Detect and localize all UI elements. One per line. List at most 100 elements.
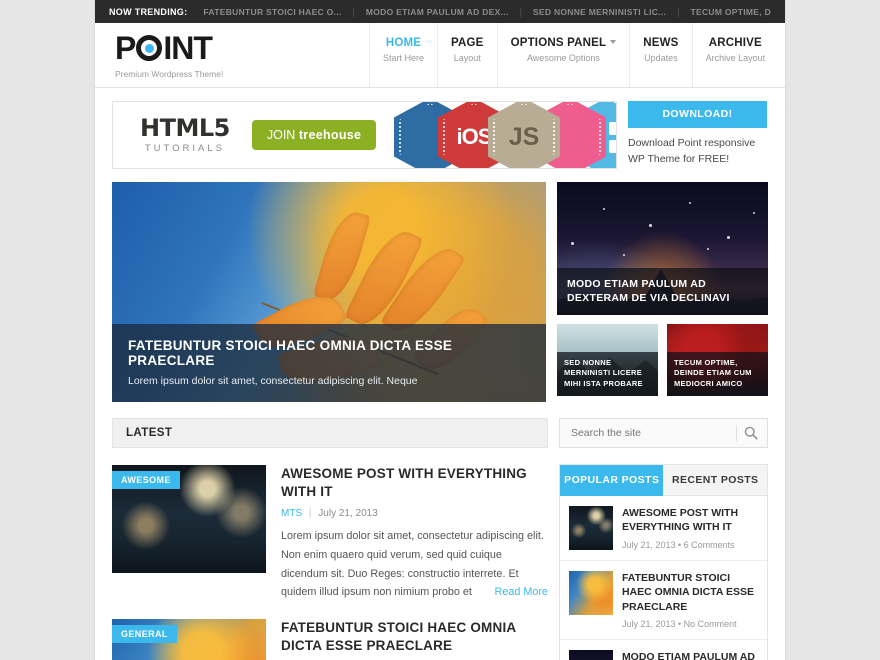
nav-sub-archive: Archive Layout (705, 53, 766, 63)
nav-title-news: NEWS (643, 37, 679, 49)
widget-list-item: MODO ETIAM PAULUM AD DEXTERAM DE VIA (560, 640, 767, 660)
read-more-link[interactable]: Read More (495, 583, 548, 602)
widget-item-title[interactable]: MODO ETIAM PAULUM AD DEXTERAM DE VIA (622, 650, 758, 660)
post-date: July 21, 2013 (318, 508, 378, 520)
nav-item-options-panel[interactable]: OPTIONS PANEL Awesome Options (498, 23, 631, 87)
hero-slider[interactable]: FATEBUNTUR STOICI HAEC OMNIA DICTA ESSE … (112, 182, 546, 402)
search-divider (736, 425, 737, 441)
post-body: FATEBUNTUR STOICI HAEC OMNIA DICTA ESSE … (281, 619, 548, 660)
advertisement-banner[interactable]: HTML5 TUTORIALS JOIN treehouse iOS JS (112, 101, 617, 169)
nav-item-news[interactable]: NEWS Updates (630, 23, 693, 87)
nav-title-page: PAGE (451, 37, 484, 49)
search-icon[interactable] (744, 426, 758, 440)
html5-tutorials-logo: HTML5 TUTORIALS (140, 116, 230, 154)
site-header: P INT Premium Wordpress Theme! HOME Star… (95, 23, 785, 88)
widget-item-meta: July 21, 2013 • 6 Comments (621, 539, 735, 550)
latest-heading: LATEST (126, 427, 173, 439)
post-thumbnail[interactable]: AWESOME (112, 465, 266, 573)
category-badge[interactable]: AWESOME (112, 471, 180, 489)
page-root: NOW TRENDING: FATEBUNTUR STOICI HAEC O..… (0, 0, 880, 660)
trending-separator: | (352, 6, 355, 17)
nav-item-archive[interactable]: ARCHIVE Archive Layout (693, 23, 779, 87)
widget-thumbnail-image (568, 506, 613, 550)
featured-post-small-right[interactable]: TECUM OPTIME, DEINDE ETIAM CUM MEDIOCRI … (667, 324, 768, 396)
nav-title-options-panel: OPTIONS PANEL (511, 37, 617, 49)
featured-large-title: MODO ETIAM PAULUM AD DEXTERAM DE VIA DEC… (557, 267, 768, 315)
widget-list-item: FATEBUNTUR STOICI HAEC OMNIA DICTA ESSE … (559, 561, 767, 641)
nav-sub-options-panel: Awesome Options (526, 53, 600, 63)
widget-thumbnail[interactable] (568, 506, 613, 550)
logo-text-p: P (115, 30, 136, 66)
join-treehouse-button[interactable]: JOIN treehouse (251, 120, 377, 150)
featured-small-left-title: SED NONNE MERNINISTI LICERE MIHI ISTA PR… (557, 351, 658, 396)
widget-thumbnail-image (568, 571, 613, 615)
tab-recent-posts[interactable]: RECENT POSTS (663, 465, 767, 496)
content-row: LATEST AWESOME AWESOME POST WITH EVERYTH… (95, 402, 785, 660)
download-promo: DOWNLOAD! Download Point responsive WP T… (628, 101, 767, 169)
latest-section-header: LATEST (112, 418, 548, 448)
star-icon (707, 248, 709, 250)
widget-list-item: AWESOME POST WITH EVERYTHING WITH IT Jul… (559, 496, 767, 561)
star-icon (571, 242, 574, 245)
tab-popular-posts[interactable]: POPULAR POSTS (559, 465, 664, 496)
nav-item-home[interactable]: HOME Start Here (370, 23, 439, 87)
widget-thumbnail-image (568, 650, 613, 660)
widget-item-body: MODO ETIAM PAULUM AD DEXTERAM DE VIA (622, 650, 758, 660)
post-list-item: AWESOME AWESOME POST WITH EVERYTHING WIT… (112, 448, 548, 602)
widget-thumbnail[interactable] (568, 571, 613, 615)
nav-title-options-panel-text: OPTIONS PANEL (510, 37, 607, 49)
post-thumbnail[interactable]: GENERAL (112, 618, 266, 660)
post-author[interactable]: MTS (281, 508, 302, 519)
star-icon (753, 212, 755, 214)
featured-post-large[interactable]: MODO ETIAM PAULUM AD DEXTERAM DE VIA DEC… (557, 182, 768, 315)
star-icon (689, 202, 691, 204)
featured-post-small-left[interactable]: SED NONNE MERNINISTI LICERE MIHI ISTA PR… (557, 324, 658, 396)
download-button[interactable]: DOWNLOAD! (628, 101, 767, 128)
star-icon (603, 208, 605, 210)
widget-item-body: FATEBUNTUR STOICI HAEC OMNIA DICTA ESSE … (622, 571, 758, 629)
badge-dot-ring (493, 103, 555, 168)
nav-title-archive: ARCHIVE (708, 37, 762, 49)
search-box[interactable] (558, 418, 768, 448)
trending-item-1[interactable]: FATEBUNTUR STOICI HAEC O... (203, 7, 341, 17)
hero-caption: FATEBUNTUR STOICI HAEC OMNIA DICTA ESSE … (112, 324, 546, 402)
post-title[interactable]: AWESOME POST WITH EVERYTHING WITH IT (281, 465, 548, 501)
now-trending-bar: NOW TRENDING: FATEBUNTUR STOICI HAEC O..… (95, 0, 785, 23)
site-tagline: Premium Wordpress Theme! (115, 69, 224, 79)
logo-text-int: INT (163, 30, 213, 66)
nav-sub-home: Start Here (383, 53, 425, 63)
banner-row: HTML5 TUTORIALS JOIN treehouse iOS JS DO… (95, 88, 785, 169)
html5-title: HTML5 (140, 114, 230, 143)
post-title[interactable]: FATEBUNTUR STOICI HAEC OMNIA DICTA ESSE … (281, 619, 548, 655)
logo-dot-icon (144, 43, 154, 53)
featured-side-column: MODO ETIAM PAULUM AD DEXTERAM DE VIA DEC… (557, 182, 768, 402)
widget-item-title[interactable]: FATEBUNTUR STOICI HAEC OMNIA DICTA ESSE … (622, 571, 758, 614)
featured-small-right-title: TECUM OPTIME, DEINDE ETIAM CUM MEDIOCRI … (667, 351, 768, 396)
download-description: Download Point responsive WP Theme for F… (628, 137, 756, 165)
post-body: AWESOME POST WITH EVERYTHING WITH IT MTS… (281, 465, 548, 602)
widget-thumbnail[interactable] (568, 650, 613, 660)
widget-item-title[interactable]: AWESOME POST WITH EVERYTHING WITH IT (622, 506, 758, 535)
nav-item-page[interactable]: PAGE Layout (438, 23, 498, 87)
star-icon (623, 254, 625, 256)
category-badge[interactable]: GENERAL (112, 624, 177, 643)
trending-item-2[interactable]: MODO ETIAM PAULUM AD DEX... (366, 7, 509, 17)
sidebar-column: POPULAR POSTS RECENT POSTS AWESOME POST … (558, 418, 768, 660)
treehouse-join-text: JOIN (266, 128, 296, 142)
hero-title[interactable]: FATEBUNTUR STOICI HAEC OMNIA DICTA ESSE … (128, 338, 530, 368)
logo-area[interactable]: P INT Premium Wordpress Theme! (95, 23, 370, 87)
trending-item-3[interactable]: SED NONNE MERNINISTI LIC... (533, 7, 666, 17)
trending-item-4[interactable]: TECUM OPTIME, DEINDE ETI... (691, 7, 772, 17)
post-excerpt: Lorem ipsum dolor sit amet, consectetur … (281, 527, 548, 601)
site-logo[interactable]: P INT (115, 32, 369, 64)
star-icon (727, 236, 730, 239)
featured-section: FATEBUNTUR STOICI HAEC OMNIA DICTA ESSE … (95, 169, 785, 402)
search-input[interactable] (570, 427, 729, 439)
html5-subtitle: TUTORIALS (144, 143, 225, 155)
nav-title-home: HOME (385, 37, 422, 49)
post-meta: MTS | July 21, 2013 (281, 508, 548, 519)
site-container: NOW TRENDING: FATEBUNTUR STOICI HAEC O..… (95, 0, 785, 660)
trending-separator: | (677, 6, 680, 17)
widget-item-meta: July 21, 2013 • No Comment (621, 619, 737, 630)
trending-list: FATEBUNTUR STOICI HAEC O... | MODO ETIAM… (203, 7, 771, 17)
